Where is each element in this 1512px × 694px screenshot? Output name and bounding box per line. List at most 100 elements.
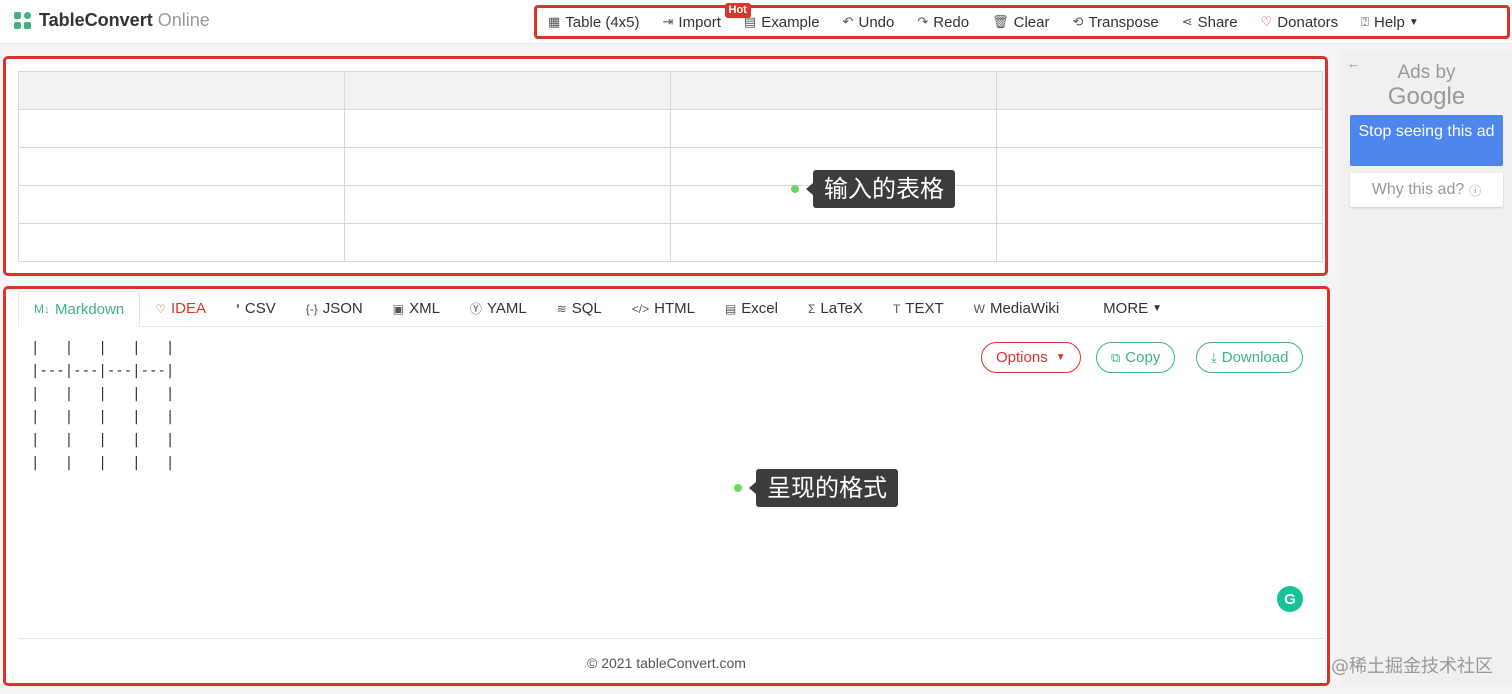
why-this-ad-label: Why this ad?: [1371, 181, 1465, 198]
import-label: Import: [678, 13, 721, 31]
database-icon: ≋: [556, 301, 567, 316]
tab-label: MediaWiki: [989, 300, 1060, 317]
table-cell[interactable]: [996, 147, 1323, 186]
format-tabs: M↓ Markdown ♡ IDEA ❜ CSV {-} JSON ▣ XML Ⓨ YAML…: [18, 291, 1324, 327]
markdown-icon: M↓: [34, 302, 50, 316]
brand-suffix: Online: [157, 10, 210, 30]
tab-label: Markdown: [55, 300, 125, 318]
table-cell[interactable]: [670, 109, 997, 148]
example-label: Example: [761, 13, 820, 31]
lightbulb-icon: ♡: [155, 301, 166, 316]
help-button[interactable]: ⍰ Help ▼: [1361, 14, 1419, 31]
table-cell[interactable]: [18, 71, 345, 110]
stop-seeing-ad-button[interactable]: Stop seeing this ad: [1350, 115, 1503, 166]
table-cell[interactable]: [996, 185, 1323, 224]
code-icon: </>: [631, 301, 650, 316]
code-line: |---|---|---|---|: [31, 363, 175, 379]
tab-sql[interactable]: ≋ SQL: [542, 291, 617, 326]
redo-label: Redo: [933, 13, 970, 31]
share-icon: ⋖: [1181, 14, 1193, 29]
annotation-dot: [734, 484, 742, 492]
share-label: Share: [1197, 13, 1238, 31]
ads-by-label: Ads by: [1397, 62, 1456, 83]
grammarly-icon[interactable]: G: [1277, 586, 1303, 612]
table-cell[interactable]: [18, 185, 345, 224]
help-label: Help: [1373, 13, 1405, 31]
table-cell[interactable]: [670, 223, 997, 262]
undo-icon: ↶: [842, 14, 854, 29]
tab-xml[interactable]: ▣ XML: [378, 291, 455, 326]
redo-button[interactable]: ↷ Redo: [917, 14, 969, 31]
tab-label: XML: [409, 300, 440, 317]
tab-excel[interactable]: ▤ Excel: [710, 291, 793, 326]
tab-label: TEXT: [905, 300, 944, 317]
tab-label: LaTeX: [820, 300, 863, 317]
transpose-icon: ⟲: [1072, 14, 1084, 29]
tab-label: HTML: [654, 300, 695, 317]
footer-divider: [18, 638, 1324, 639]
example-button[interactable]: ▤ Example: [744, 14, 820, 31]
table-row: [18, 185, 1323, 224]
options-button[interactable]: Options ▼: [981, 342, 1081, 373]
markdown-output[interactable]: | | | | | |---|---|---|---| | | | | | | | |…: [31, 337, 174, 475]
annotation-arrow: [806, 183, 813, 195]
output-annotation-label: 呈现的格式: [756, 469, 898, 507]
tab-label: Excel: [741, 300, 778, 317]
tab-csv[interactable]: ❜ CSV: [221, 291, 291, 326]
tab-label: MORE: [1103, 300, 1149, 317]
tab-idea[interactable]: ♡ IDEA: [140, 291, 221, 326]
table-cell[interactable]: [344, 147, 671, 186]
why-this-ad-button[interactable]: Why this ad? ⓘ: [1350, 173, 1503, 207]
table-size-button[interactable]: ▦ Table (4x5): [548, 14, 640, 31]
output-panel: M↓ Markdown ♡ IDEA ❜ CSV {-} JSON ▣ XML Ⓨ YAML…: [3, 286, 1330, 686]
tab-latex[interactable]: Σ LaTeX: [793, 291, 878, 326]
code-line: | | | | |: [31, 432, 175, 448]
table-cell[interactable]: [18, 147, 345, 186]
tab-mediawiki[interactable]: W MediaWiki: [959, 291, 1075, 326]
logo[interactable]: TableConvert Online: [14, 10, 210, 31]
braces-icon: {-}: [305, 301, 318, 316]
import-button[interactable]: ⇥ Import Hot: [663, 2, 751, 31]
table-icon: ▦: [548, 14, 561, 29]
table-cell[interactable]: [670, 71, 997, 110]
undo-label: Undo: [858, 13, 895, 31]
table-cell[interactable]: [18, 109, 345, 148]
google-logo-text: Google: [1387, 83, 1466, 110]
table-cell[interactable]: [344, 71, 671, 110]
download-button[interactable]: ⤓ Download: [1196, 342, 1304, 373]
watermark: @稀土掘金技术社区: [1331, 656, 1493, 677]
code-line: | | | | |: [31, 455, 175, 471]
download-label: Download: [1221, 349, 1289, 366]
table-cell[interactable]: [996, 223, 1323, 262]
tab-json[interactable]: {-} JSON: [291, 291, 378, 326]
table-cell[interactable]: [344, 185, 671, 224]
table-cell[interactable]: [344, 223, 671, 262]
table-cell[interactable]: [996, 109, 1323, 148]
donators-button[interactable]: ♡ Donators: [1261, 14, 1339, 31]
ad-sidebar: ← Ads by Google Stop seeing this ad Why …: [1341, 50, 1512, 686]
transpose-button[interactable]: ⟲ Transpose: [1072, 14, 1158, 31]
options-label: Options: [996, 349, 1048, 366]
tab-label: IDEA: [170, 300, 206, 317]
info-icon: ⓘ: [1469, 183, 1482, 198]
copyright-footer: © 2021 tableConvert.com: [587, 655, 746, 671]
tab-more[interactable]: MORE ▼: [1088, 291, 1177, 326]
tab-label: YAML: [486, 300, 527, 317]
share-button[interactable]: ⋖ Share: [1182, 14, 1238, 31]
input-annotation: 输入的表格: [791, 170, 955, 208]
table-cell[interactable]: [344, 109, 671, 148]
tab-label: SQL: [571, 300, 602, 317]
download-icon: ⤓: [1211, 349, 1217, 365]
tab-text[interactable]: T TEXT: [878, 291, 959, 326]
copy-button[interactable]: ⧉ Copy: [1096, 342, 1176, 373]
tab-markdown[interactable]: M↓ Markdown: [18, 291, 141, 327]
table-cell[interactable]: [996, 71, 1323, 110]
clear-button[interactable]: 🗑 Clear: [992, 14, 1049, 31]
undo-button[interactable]: ↶ Undo: [843, 14, 895, 31]
table-row: [18, 109, 1323, 148]
code-line: | | | | |: [31, 386, 175, 402]
table-cell[interactable]: [18, 223, 345, 262]
output-annotation: 呈现的格式: [734, 469, 898, 507]
tab-html[interactable]: </> HTML: [617, 291, 710, 326]
tab-yaml[interactable]: Ⓨ YAML: [455, 291, 542, 326]
